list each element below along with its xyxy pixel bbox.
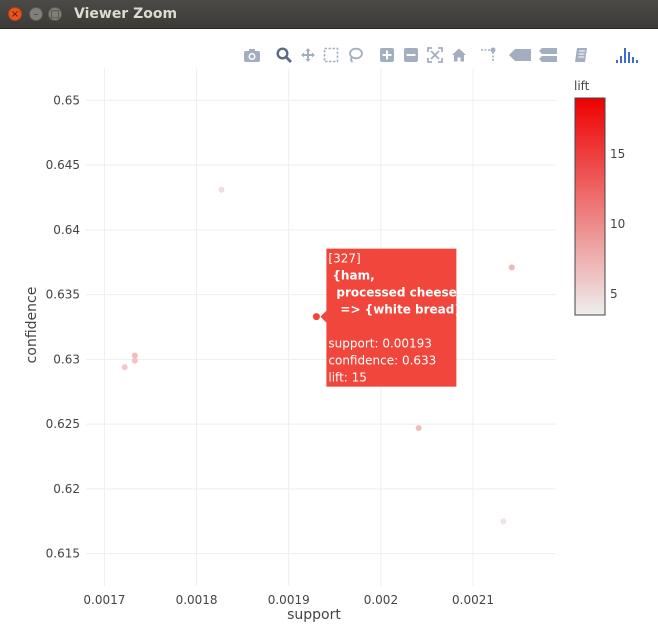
maximize-window-icon[interactable]: □: [48, 7, 62, 21]
x-tick-label: 0.0017: [83, 593, 125, 607]
x-tick-label: 0.0019: [268, 593, 310, 607]
colorbar-tick-label: 15: [610, 147, 625, 161]
close-window-icon[interactable]: ×: [8, 7, 22, 21]
scatter-point[interactable]: [415, 425, 422, 432]
colorbar-gradient: [574, 97, 606, 316]
y-tick-label: 0.615: [46, 547, 80, 561]
colorbar: lift 5 10 15: [574, 79, 625, 316]
scatter-point[interactable]: [121, 364, 128, 371]
colorbar-ticks: 5 10 15: [610, 147, 625, 301]
minimize-window-icon[interactable]: –: [29, 7, 43, 21]
scatter-point[interactable]: [131, 357, 138, 364]
x-axis-label: support: [287, 607, 341, 623]
y-tick-label: 0.64: [53, 223, 80, 237]
x-axis-ticks: 0.0017 0.0018 0.0019 0.002 0.0021: [83, 593, 494, 607]
tooltip-line: lift: 15: [328, 371, 367, 385]
x-tick-label: 0.0018: [176, 593, 218, 607]
tooltip-line: confidence: 0.633: [328, 354, 436, 368]
tooltip-line: => {white bread}: [340, 303, 463, 317]
tooltip-line: processed cheese}: [336, 286, 465, 300]
scatter-point[interactable]: [131, 352, 138, 359]
x-tick-label: 0.002: [364, 593, 398, 607]
grid-lines: [86, 68, 556, 586]
scatter-point[interactable]: [312, 313, 320, 321]
y-tick-label: 0.65: [53, 93, 80, 107]
y-tick-label: 0.62: [53, 482, 80, 496]
y-axis-label: confidence: [24, 287, 40, 364]
y-axis-ticks: 0.615 0.62 0.625 0.63 0.635 0.64 0.645 0.65: [46, 93, 80, 560]
scatter-point[interactable]: [218, 186, 225, 193]
x-tick-label: 0.0021: [452, 593, 494, 607]
scatter-point[interactable]: [500, 518, 507, 525]
tooltip-line: support: 0.00193: [328, 337, 432, 351]
colorbar-tick-label: 5: [610, 287, 618, 301]
colorbar-title: lift: [574, 79, 590, 93]
y-tick-label: 0.635: [46, 288, 80, 302]
colorbar-tick-label: 10: [610, 217, 625, 231]
tooltip-pointer: [320, 310, 327, 323]
y-tick-label: 0.645: [46, 158, 80, 172]
tooltip-line: [327]: [328, 252, 360, 266]
title-bar: × – □ Viewer Zoom: [0, 0, 658, 29]
y-tick-label: 0.625: [46, 417, 80, 431]
scatter-plot[interactable]: 0.0017 0.0018 0.0019 0.002 0.0021 0.6150.620…: [0, 28, 658, 637]
hover-tooltip: [327] {ham, processed cheese} => {white bre…: [320, 248, 465, 387]
scatter-point[interactable]: [508, 264, 515, 271]
y-tick-label: 0.63: [53, 352, 80, 366]
window-title: Viewer Zoom: [74, 6, 178, 22]
tooltip-line: {ham,: [332, 269, 374, 283]
